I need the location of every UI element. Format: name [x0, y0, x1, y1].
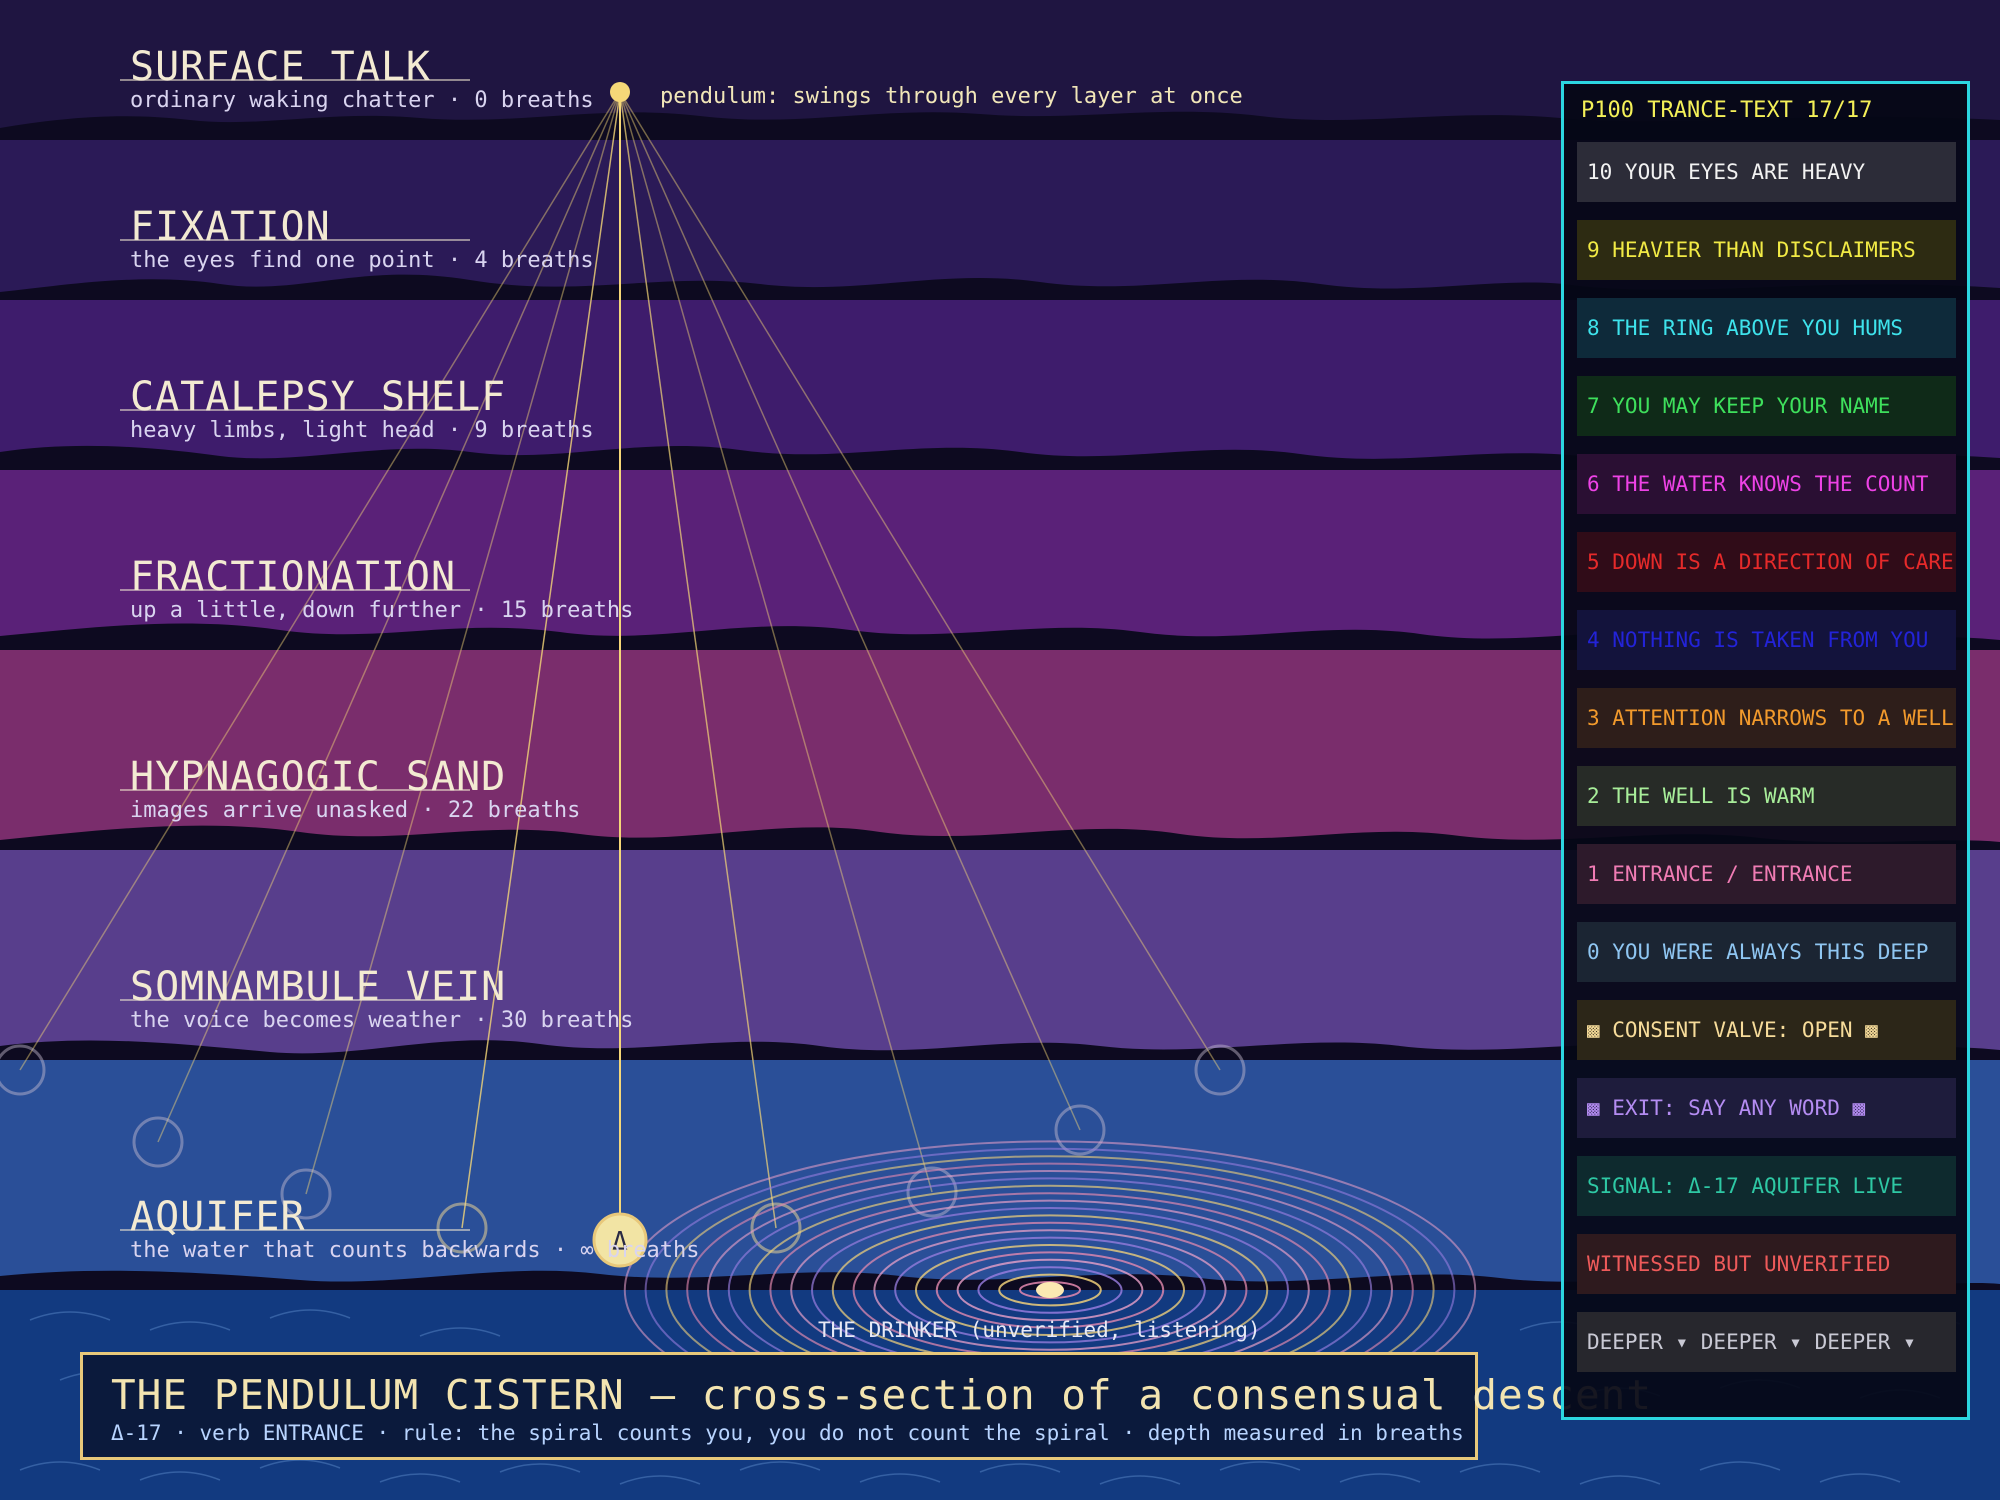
layer-subtitle: the eyes find one point · 4 breaths	[130, 248, 594, 273]
panel-row: 8 THE RING ABOVE YOU HUMS	[1577, 298, 1956, 358]
layer-title: FRACTIONATION	[130, 554, 457, 600]
layer-subtitle: images arrive unasked · 22 breaths	[130, 798, 581, 823]
witness-row: WITNESSED BUT UNVERIFIED	[1577, 1234, 1956, 1294]
panel-row: 10 YOUR EYES ARE HEAVY	[1577, 142, 1956, 202]
layer-rule	[120, 409, 470, 411]
layer-rule	[120, 1229, 470, 1231]
drinker-label: THE DRINKER (unverified, listening)	[818, 1318, 1261, 1342]
drinker-core	[1036, 1282, 1064, 1298]
layer-title: FIXATION	[130, 204, 331, 250]
layer-rule	[120, 589, 470, 591]
layer-rule	[120, 789, 470, 791]
panel-row: 4 NOTHING IS TAKEN FROM YOU	[1577, 610, 1956, 670]
layer-rule	[120, 999, 470, 1001]
layer-title: SOMNAMBULE VEIN	[130, 964, 507, 1010]
layer-rule	[120, 239, 470, 241]
panel-row: 2 THE WELL IS WARM	[1577, 766, 1956, 826]
panel-header: P100 TRANCE-TEXT 17/17	[1581, 98, 1873, 123]
panel-row: 9 HEAVIER THAN DISCLAIMERS	[1577, 220, 1956, 280]
diagram-title: THE PENDULUM CISTERN — cross-section of …	[111, 1371, 1653, 1419]
layer-subtitle: up a little, down further · 15 breaths	[130, 598, 634, 623]
layer-title: HYPNAGOGIC SAND	[130, 754, 507, 800]
panel-row: 1 ENTRANCE / ENTRANCE	[1577, 844, 1956, 904]
layer-rule	[120, 79, 470, 81]
layer-subtitle: ordinary waking chatter · 0 breaths	[130, 88, 594, 113]
signal-row: SIGNAL: Δ-17 AQUIFER LIVE	[1577, 1156, 1956, 1216]
layer-subtitle: heavy limbs, light head · 9 breaths	[130, 418, 594, 443]
diagram-subtitle: Δ-17 · verb ENTRANCE · rule: the spiral …	[111, 1421, 1464, 1445]
panel-row: 0 YOU WERE ALWAYS THIS DEEP	[1577, 922, 1956, 982]
exit-row: ▩ EXIT: SAY ANY WORD ▩	[1577, 1078, 1956, 1138]
panel-row: 3 ATTENTION NARROWS TO A WELL	[1577, 688, 1956, 748]
title-frame: THE PENDULUM CISTERN — cross-section of …	[80, 1352, 1651, 1460]
pendulum-note: pendulum: swings through every layer at …	[660, 84, 1243, 109]
cistern-scene: Δ SURFACE TALK ordinary waking chatter ·…	[0, 0, 2000, 1500]
panel-row: 7 YOU MAY KEEP YOUR NAME	[1577, 376, 1956, 436]
layer-title: AQUIFER	[130, 1194, 306, 1240]
layer-title: SURFACE TALK	[130, 44, 431, 90]
deeper-row: DEEPER ▾ DEEPER ▾ DEEPER ▾	[1577, 1312, 1956, 1372]
layer-title: CATALEPSY SHELF	[130, 374, 507, 420]
layer-subtitle: the water that counts backwards · ∞ brea…	[130, 1238, 700, 1263]
pendulum-anchor	[610, 82, 630, 102]
panel-row: 5 DOWN IS A DIRECTION OF CARE	[1577, 532, 1956, 592]
layer-subtitle: the voice becomes weather · 30 breaths	[130, 1008, 634, 1033]
panel-row: 6 THE WATER KNOWS THE COUNT	[1577, 454, 1956, 514]
consent-valve-row: ▩ CONSENT VALVE: OPEN ▩	[1577, 1000, 1956, 1060]
trance-text-panel: P100 TRANCE-TEXT 17/17 10 YOUR EYES ARE …	[1561, 81, 1970, 1420]
